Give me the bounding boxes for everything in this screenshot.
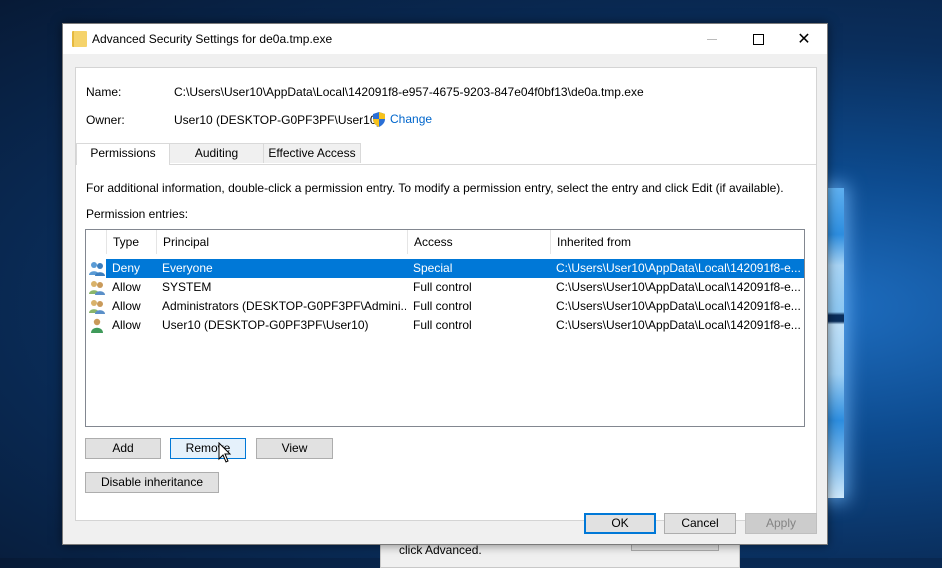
close-icon: ✕	[797, 31, 811, 48]
tab-permissions[interactable]: Permissions	[76, 143, 170, 165]
row-access: Special	[413, 261, 453, 275]
change-owner-link[interactable]: Change	[390, 112, 432, 126]
row-inherited-from: C:\Users\User10\AppData\Local\142091f8-e…	[556, 280, 800, 294]
group-icon	[89, 300, 105, 314]
mouse-cursor-icon	[218, 442, 232, 463]
row-type: Allow	[112, 318, 141, 332]
remove-button[interactable]: Remove	[170, 438, 246, 459]
owner-value: User10 (DESKTOP-G0PF3PF\User10)	[174, 113, 381, 127]
tab-effective-access[interactable]: Effective Access	[263, 143, 361, 163]
column-header-access[interactable]: Access	[407, 230, 550, 254]
column-header-type[interactable]: Type	[106, 230, 156, 254]
group-icon	[89, 262, 105, 276]
row-access: Full control	[413, 280, 472, 294]
advanced-security-settings-window: Advanced Security Settings for de0a.tmp.…	[62, 23, 828, 545]
tab-bar: Permissions Auditing Effective Access	[76, 143, 816, 165]
row-type: Deny	[112, 261, 141, 275]
name-value: C:\Users\User10\AppData\Local\142091f8-e…	[174, 85, 644, 99]
table-row[interactable]: Allow User10 (DESKTOP-G0PF3PF\User10) Fu…	[86, 316, 804, 335]
view-button[interactable]: View	[256, 438, 333, 459]
table-row[interactable]: Allow Administrators (DESKTOP-G0PF3PF\Ad…	[86, 297, 804, 316]
row-access: Full control	[413, 318, 472, 332]
table-row[interactable]: Allow SYSTEM Full control C:\Users\User1…	[86, 278, 804, 297]
column-header-principal[interactable]: Principal	[156, 230, 408, 254]
close-button[interactable]: ✕	[781, 24, 827, 54]
apply-button[interactable]: Apply	[745, 513, 817, 534]
ok-button[interactable]: OK	[584, 513, 656, 534]
maximize-icon	[752, 33, 764, 45]
row-principal: Everyone	[162, 261, 213, 275]
title-bar: Advanced Security Settings for de0a.tmp.…	[63, 24, 827, 54]
column-header-inherited-from[interactable]: Inherited from	[550, 230, 804, 254]
info-text: For additional information, double-click…	[86, 181, 784, 195]
background-dialog-text: click Advanced.	[399, 543, 482, 557]
folder-icon	[72, 31, 87, 47]
row-type: Allow	[112, 299, 141, 313]
disable-inheritance-button[interactable]: Disable inheritance	[85, 472, 219, 493]
tab-auditing[interactable]: Auditing	[169, 143, 264, 163]
permission-entries-label: Permission entries:	[86, 207, 189, 221]
row-inherited-from: C:\Users\User10\AppData\Local\142091f8-e…	[556, 299, 800, 313]
cancel-button[interactable]: Cancel	[664, 513, 736, 534]
row-inherited-from: C:\Users\User10\AppData\Local\142091f8-e…	[556, 318, 800, 332]
owner-label: Owner:	[86, 113, 125, 127]
name-label: Name:	[86, 85, 122, 99]
row-principal: SYSTEM	[162, 280, 212, 294]
permission-entries-list[interactable]: Type Principal Access Inherited from Den…	[85, 229, 805, 427]
row-inherited-from: C:\Users\User10\AppData\Local\142091f8-e…	[556, 261, 800, 275]
maximize-button[interactable]	[735, 24, 781, 54]
row-principal: User10 (DESKTOP-G0PF3PF\User10)	[162, 318, 369, 332]
window-title: Advanced Security Settings for de0a.tmp.…	[92, 32, 333, 46]
minimize-icon	[707, 38, 717, 40]
row-access: Full control	[413, 299, 472, 313]
list-header: Type Principal Access Inherited from	[86, 230, 804, 254]
content-panel: Name: C:\Users\User10\AppData\Local\1420…	[75, 67, 817, 521]
minimize-button[interactable]	[689, 24, 735, 54]
row-principal: Administrators (DESKTOP-G0PF3PF\Admini..…	[162, 299, 406, 313]
user-icon	[91, 318, 103, 333]
uac-shield-icon	[373, 112, 385, 127]
add-button[interactable]: Add	[85, 438, 161, 459]
row-type: Allow	[112, 280, 141, 294]
table-row[interactable]: Deny Everyone Special C:\Users\User10\Ap…	[86, 259, 804, 278]
group-icon	[89, 281, 105, 295]
